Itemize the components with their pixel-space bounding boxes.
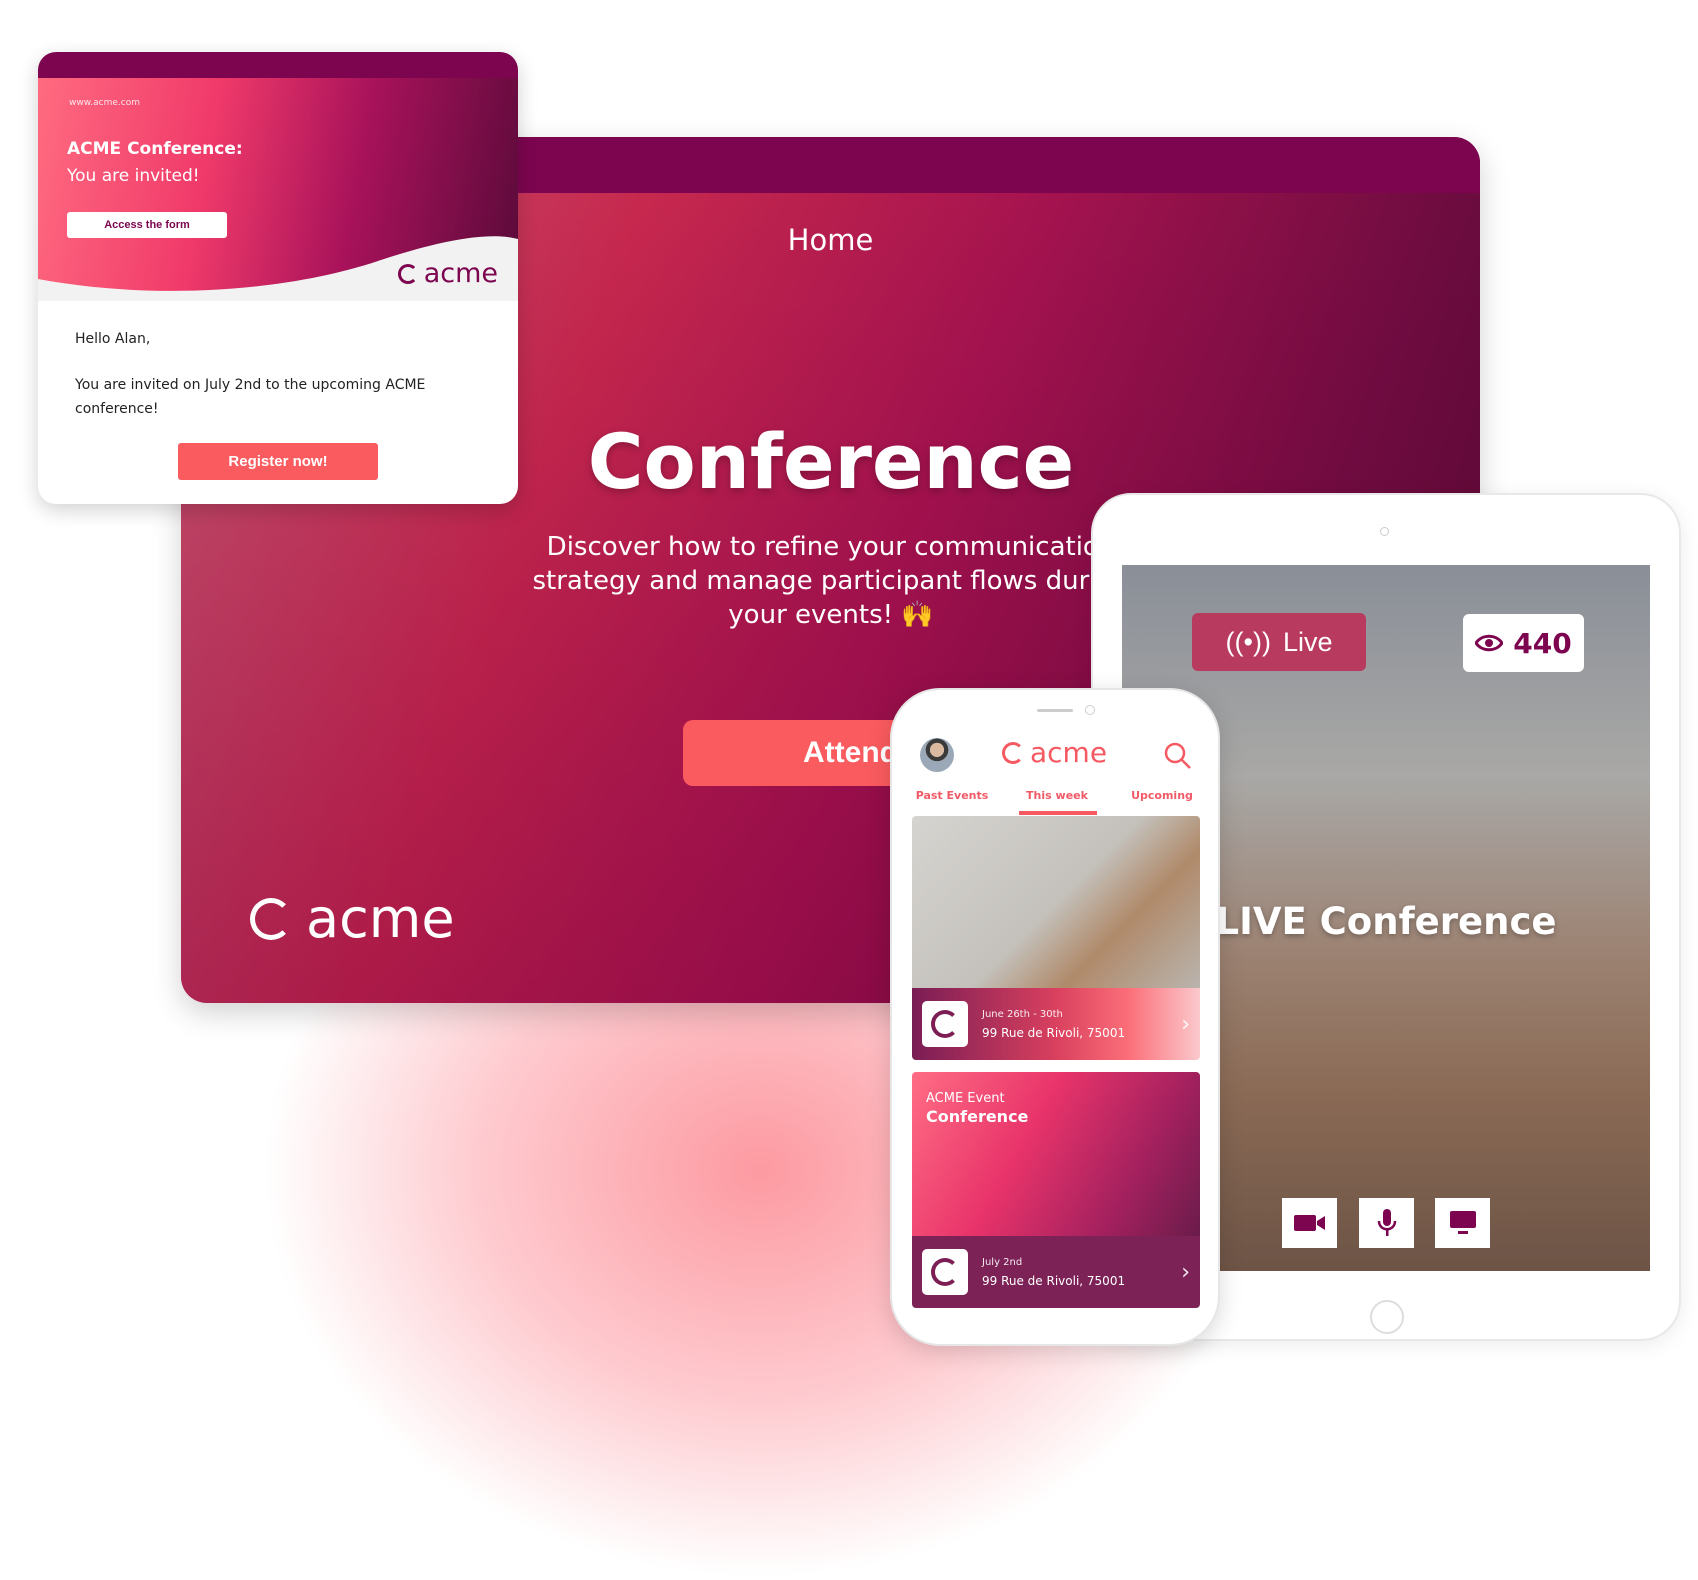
chevron-right-icon[interactable]: › [1181, 1012, 1190, 1037]
event-address: 99 Rue de Rivoli, 75001 [982, 1274, 1126, 1288]
register-button[interactable]: Register now! [178, 443, 378, 480]
viewer-count: 440 [1513, 626, 1572, 660]
email-greeting: Hello Alan, [75, 331, 151, 347]
acme-logo-icon [1002, 741, 1024, 764]
active-tab-indicator [1019, 811, 1097, 815]
email-title: ACME Conference: You are invited! [67, 136, 243, 190]
attend-button[interactable]: Attend [683, 720, 923, 786]
screen-share-button[interactable] [1435, 1198, 1490, 1248]
event-date: July 2nd [982, 1257, 1023, 1268]
screen-share-icon [1449, 1211, 1476, 1234]
acme-logo-icon [931, 1258, 959, 1286]
logo-text: acme [423, 258, 498, 289]
event-kicker: ACME Event [926, 1091, 1005, 1106]
event-date: June 26th - 30th [982, 1009, 1063, 1020]
tab-upcoming[interactable]: Upcoming [1122, 789, 1202, 802]
broadcast-icon: ((•)) [1225, 626, 1271, 657]
acme-logo-icon [931, 1010, 959, 1038]
event-logo [922, 1001, 968, 1047]
search-icon[interactable] [1164, 742, 1192, 770]
event-image: ACME Event Conference [912, 1072, 1200, 1236]
event-card[interactable]: ACME Event Conference July 2nd 99 Rue de… [912, 1072, 1200, 1308]
acme-logo: acme [250, 887, 455, 950]
tablet-camera [1380, 527, 1389, 536]
camera-icon [1293, 1215, 1325, 1231]
phone-speaker [1037, 709, 1073, 712]
camera-button[interactable] [1282, 1198, 1337, 1248]
microphone-icon [1377, 1209, 1396, 1236]
email-url[interactable]: www.acme.com [69, 98, 140, 108]
phone-acme-logo: acme [1002, 736, 1107, 769]
tablet-home-button [1370, 1300, 1404, 1334]
event-title: Conference [926, 1107, 1029, 1126]
viewer-count-badge: 440 [1463, 614, 1584, 672]
email-invitation: www.acme.com ACME Conference: You are in… [38, 52, 518, 504]
email-acme-logo: acme [397, 258, 498, 289]
phone-mockup: acme Past Events This week Upcoming June… [890, 688, 1220, 1346]
event-address: 99 Rue de Rivoli, 75001 [982, 1026, 1126, 1040]
acme-logo-icon [397, 263, 418, 284]
hero-subtitle: Discover how to refine your communicatio… [532, 532, 1130, 630]
live-label: Live [1282, 626, 1333, 657]
event-image [912, 816, 1200, 988]
phone-camera [1085, 705, 1095, 715]
tab-this-week[interactable]: This week [1017, 789, 1097, 802]
acme-logo-icon [250, 897, 292, 940]
chevron-right-icon[interactable]: › [1181, 1260, 1190, 1285]
event-tabs: Past Events This week Upcoming [912, 789, 1202, 802]
email-hero: www.acme.com ACME Conference: You are in… [38, 78, 518, 301]
microphone-button[interactable] [1359, 1198, 1414, 1248]
tab-past-events[interactable]: Past Events [912, 789, 992, 802]
user-avatar[interactable] [920, 738, 954, 772]
email-header-bar [38, 52, 518, 78]
email-title-line1: ACME Conference: [67, 139, 243, 159]
logo-text: acme [1030, 736, 1108, 769]
email-message: You are invited on July 2nd to the upcom… [75, 377, 426, 417]
email-title-line2: You are invited! [67, 166, 200, 186]
logo-text: acme [306, 887, 455, 950]
event-card[interactable]: June 26th - 30th 99 Rue de Rivoli, 75001… [912, 816, 1200, 1060]
event-logo [922, 1249, 968, 1295]
live-badge[interactable]: ((•)) Live [1192, 613, 1366, 671]
eye-icon [1475, 634, 1504, 652]
